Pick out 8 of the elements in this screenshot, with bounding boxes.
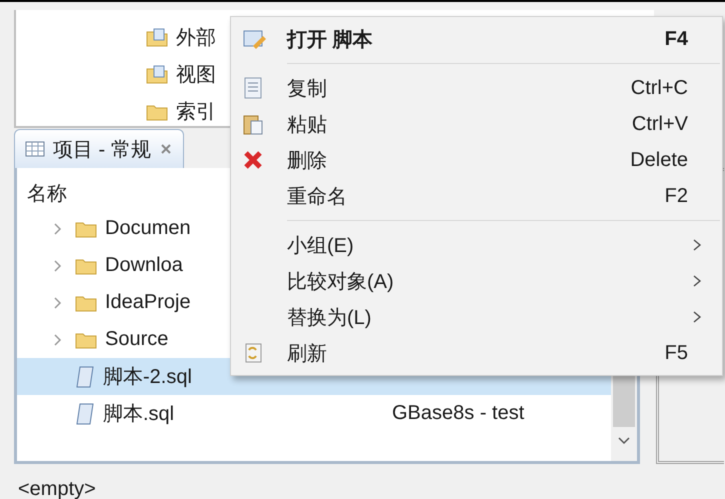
folder-name: IdeaProje [105, 291, 191, 314]
folder-name: Documen [105, 217, 191, 240]
folder-name: Downloa [105, 254, 183, 277]
connection-name: GBase8s - test [392, 402, 524, 425]
file-name: 脚本.sql [103, 402, 174, 427]
file-name: 脚本-2.sql [103, 365, 192, 390]
folder-name: Source [105, 328, 168, 351]
status-text: <empty> [17, 477, 97, 499]
